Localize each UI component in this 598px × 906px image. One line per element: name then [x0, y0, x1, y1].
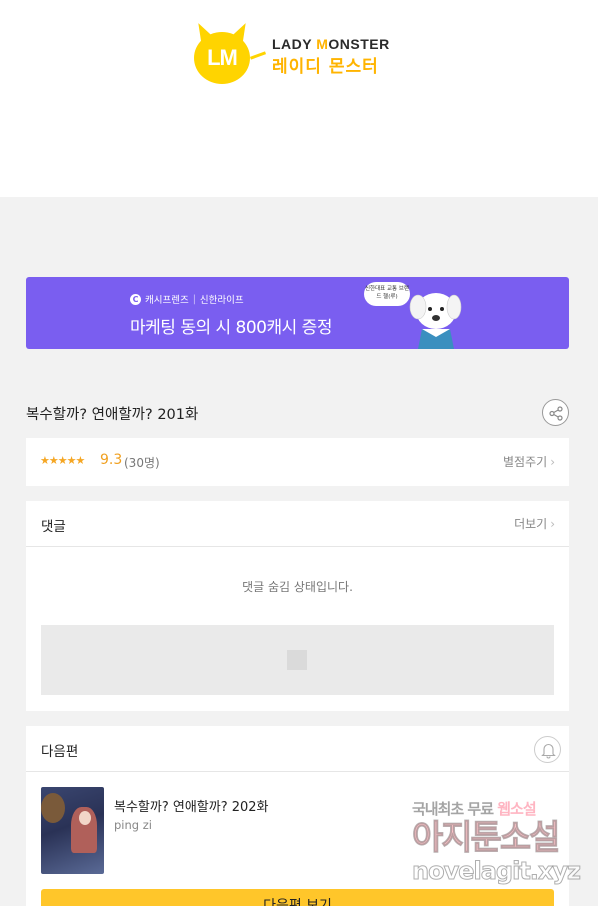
star-rating-icon: ★★★★★	[40, 454, 85, 467]
cashfriends-icon: C	[130, 293, 141, 305]
logo-tail	[249, 51, 267, 60]
logo-en-rest: ONSTER	[328, 36, 390, 52]
chevron-right-icon: ›	[550, 517, 555, 531]
share-button[interactable]	[542, 399, 569, 426]
rating-card: ★★★★★ 9.3 (30명) 별점주기 ›	[26, 438, 569, 486]
next-episode-title: 다음편	[41, 744, 79, 760]
notification-button[interactable]	[534, 736, 561, 763]
chevron-right-icon: ›	[550, 455, 555, 469]
next-episode-button[interactable]: 다음편 보기	[41, 889, 554, 906]
comments-more-button[interactable]: 더보기 ›	[514, 515, 555, 532]
comments-hidden-message: 댓글 숨김 상태입니다.	[242, 580, 353, 594]
next-episode-author: ping zi	[114, 818, 152, 832]
banner-brand: 캐시프렌즈	[145, 295, 189, 306]
banner-separator: |	[192, 293, 196, 305]
bell-icon	[541, 743, 556, 759]
rate-button-label: 별점주기	[503, 455, 548, 469]
banner-headline: 마케팅 동의 시 800캐시 증정	[130, 318, 332, 338]
rate-button[interactable]: 별점주기 ›	[503, 453, 555, 470]
banner-partner: 신한라이프	[199, 295, 244, 306]
logo-korean-text: 레이디 몬스터	[272, 57, 379, 77]
ad-placeholder-icon	[287, 650, 307, 670]
divider	[26, 546, 569, 547]
rating-count: (30명)	[124, 456, 160, 470]
comments-title: 댓글	[41, 519, 66, 535]
divider	[26, 771, 569, 772]
top-header: LM LADY MONSTER 레이디 몬스터	[0, 0, 598, 197]
thumbnail-face	[79, 811, 91, 825]
rating-score: 9.3	[100, 452, 123, 468]
episode-title-row: 복수할까? 연애할까? 201화	[26, 398, 569, 428]
dog-illustration-icon	[409, 293, 462, 349]
ad-placeholder[interactable]	[41, 625, 554, 695]
share-icon	[549, 406, 563, 421]
comments-card: 댓글 더보기 › 댓글 숨김 상태입니다.	[26, 501, 569, 711]
episode-thumbnail[interactable]	[41, 787, 104, 874]
banner-brand-line: C 캐시프렌즈 | 신한라이프	[130, 292, 244, 306]
episode-title: 복수할까? 연애할까? 201화	[26, 407, 199, 423]
promo-banner[interactable]: C 캐시프렌즈 | 신한라이프 마케팅 동의 시 800캐시 증정 신한대표 교…	[26, 277, 569, 349]
thumbnail-figure-left	[41, 793, 65, 823]
next-episode-name[interactable]: 복수할까? 연애할까? 202화	[114, 796, 269, 815]
comments-more-label: 더보기	[514, 517, 548, 531]
logo-mark: LM	[194, 32, 250, 84]
lady-monster-logo[interactable]: LM LADY MONSTER 레이디 몬스터	[192, 19, 392, 86]
next-episode-card: 다음편 복수할까? 연애할까? 202화 ping zi 다음편 보기	[26, 726, 569, 906]
logo-en-m: M	[316, 36, 329, 52]
logo-english-text: LADY MONSTER	[272, 36, 390, 52]
logo-en-prefix: LADY	[272, 36, 317, 52]
